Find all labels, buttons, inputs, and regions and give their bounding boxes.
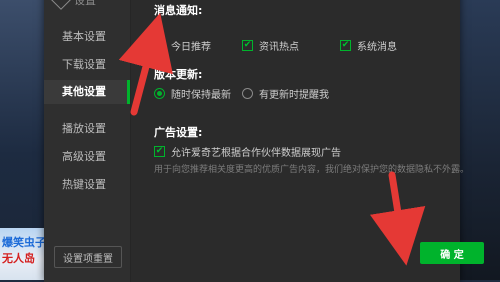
sidebar-item-label: 播放设置 [62,122,106,135]
sidebar-item-label: 高级设置 [62,150,106,163]
sidebar-item-hotkey[interactable]: 热键设置 [44,173,130,197]
settings-dialog: 设置 基本设置 下载设置 其他设置 播放设置 高级设置 热键设置 设置项重置 消… [44,0,484,282]
checkbox-news-hot[interactable]: ✔ 资讯热点 [242,38,299,53]
sidebar-item-label: 其他设置 [62,85,106,98]
confirm-button[interactable]: 确 定 [420,242,484,264]
checkbox-label: 资讯热点 [259,42,299,53]
radio-label: 有更新时提醒我 [259,90,329,101]
sidebar-top-label: 设置 [74,0,96,7]
ads-hint-text: 用于向您推荐相关度更高的优质广告内容，我们绝对保护您的数据隐私不外露。 [154,165,470,175]
sidebar-item-advanced[interactable]: 高级设置 [44,145,130,169]
checkbox-allow-partner-ads[interactable]: ✔ 允许爱奇艺根据合作伙伴数据展现广告 [154,144,341,159]
radio-selected-icon[interactable] [154,88,165,99]
sidebar-item-settings[interactable]: 设置 [51,0,96,10]
poster-title-line2: 无人岛 [2,252,35,265]
checkbox-label: 允许爱奇艺根据合作伙伴数据展现广告 [171,148,341,159]
reset-settings-button[interactable]: 设置项重置 [54,246,122,268]
checkbox-label: 系统消息 [357,42,397,53]
poster-thumbnail: 爆笑虫子 无人岛 [0,228,44,280]
checkbox-box[interactable] [154,40,165,51]
sidebar-item-other[interactable]: 其他设置 [44,80,130,104]
radio-label: 随时保持最新 [171,90,231,101]
sidebar-item-label: 下载设置 [62,58,106,71]
radio-remind-on-update[interactable]: 有更新时提醒我 [242,86,329,101]
checkbox-daily-recommend[interactable]: 今日推荐 [154,38,211,53]
checkbox-label: 今日推荐 [171,42,211,53]
sidebar-item-label: 热键设置 [62,178,106,191]
background-right-strip [456,0,500,280]
poster-title-line1: 爆笑虫子 [2,236,44,249]
settings-content: 消息通知: 今日推荐 ✔ 资讯热点 ✔ 系统消息 版本更新: 随时保持最新 有更… [154,0,469,270]
checkbox-system-message[interactable]: ✔ 系统消息 [340,38,397,53]
checkmark-icon[interactable]: ✔ [154,146,165,157]
sidebar-item-playback[interactable]: 播放设置 [44,117,130,141]
sidebar-item-label: 基本设置 [62,30,106,43]
section-title-notify: 消息通知: [154,4,203,17]
section-title-ads: 广告设置: [154,126,203,139]
gear-icon [51,0,71,10]
checkmark-icon[interactable]: ✔ [340,40,351,51]
section-title-update: 版本更新: [154,68,203,81]
sidebar-item-download[interactable]: 下载设置 [44,53,130,77]
radio-always-latest[interactable]: 随时保持最新 [154,86,231,101]
sidebar-item-basic[interactable]: 基本设置 [44,25,130,49]
radio-unselected-icon[interactable] [242,88,253,99]
checkmark-icon[interactable]: ✔ [242,40,253,51]
settings-sidebar: 设置 基本设置 下载设置 其他设置 播放设置 高级设置 热键设置 设置项重置 [44,0,131,282]
